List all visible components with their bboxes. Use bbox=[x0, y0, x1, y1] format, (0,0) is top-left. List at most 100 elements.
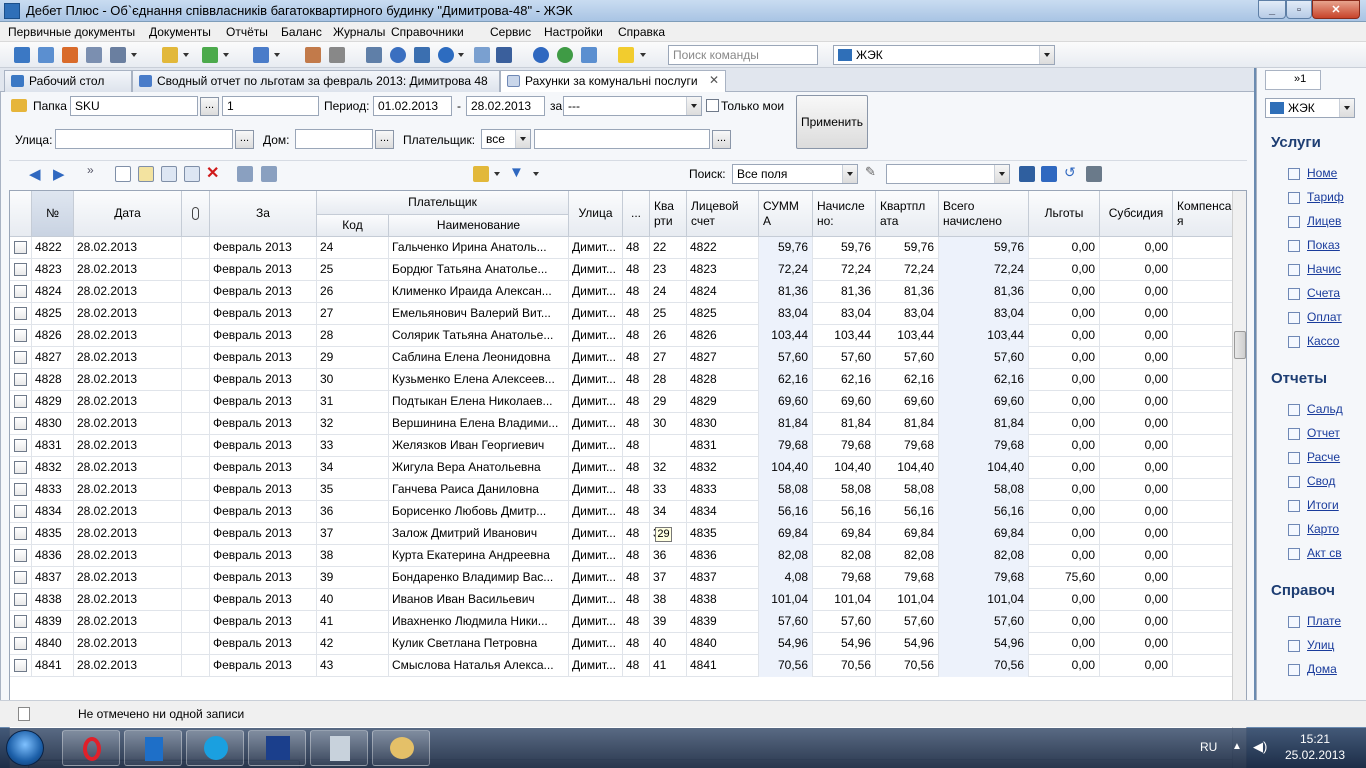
table-icon[interactable] bbox=[366, 47, 382, 63]
refresh-icon[interactable]: ↺ bbox=[1064, 164, 1076, 181]
panel-link[interactable]: Карто bbox=[1307, 522, 1339, 536]
row-checkbox[interactable] bbox=[14, 483, 27, 496]
period-to-field[interactable]: 28.02.2013 bbox=[466, 96, 545, 116]
help-icon[interactable] bbox=[533, 47, 549, 63]
row-checkbox[interactable] bbox=[14, 549, 27, 562]
row-checkbox[interactable] bbox=[14, 263, 27, 276]
header-sum[interactable]: СУММ А bbox=[759, 191, 813, 237]
panel-link[interactable]: Расче bbox=[1307, 450, 1340, 464]
panel-link[interactable]: Сальд bbox=[1307, 402, 1343, 416]
header-benefits[interactable]: Льготы bbox=[1029, 191, 1100, 237]
row-checkbox[interactable] bbox=[14, 439, 27, 452]
close-button[interactable]: ✕ bbox=[1312, 0, 1360, 19]
row-checkbox[interactable] bbox=[14, 351, 27, 364]
tab-utility-bills[interactable]: Рахунки за комунальні послуги ✕ bbox=[500, 70, 726, 93]
table-row[interactable]: 4825 28.02.2013 Февраль 2013 27 Емельянович … bbox=[10, 303, 1232, 325]
binoculars-icon[interactable] bbox=[1019, 166, 1035, 182]
header-total[interactable]: Всего начислено bbox=[939, 191, 1029, 237]
header-apartment[interactable]: Ква рти bbox=[650, 191, 687, 237]
chart-icon[interactable] bbox=[253, 47, 269, 63]
menu-primary-docs[interactable]: Первичные документы bbox=[8, 25, 135, 39]
panel-link[interactable]: Отчет bbox=[1307, 426, 1340, 440]
header-za[interactable]: За bbox=[210, 191, 317, 237]
panel-link[interactable]: Акт св bbox=[1307, 546, 1342, 560]
chevron-down-icon[interactable] bbox=[533, 172, 539, 176]
language-indicator[interactable]: RU bbox=[1200, 740, 1217, 754]
row-checkbox[interactable] bbox=[14, 373, 27, 386]
tab-desktop[interactable]: Рабочий стол bbox=[4, 70, 132, 92]
header-num[interactable]: № bbox=[32, 191, 74, 237]
document-list-icon[interactable] bbox=[38, 47, 54, 63]
table-row[interactable]: 4831 28.02.2013 Февраль 2013 33 Желязков Ива… bbox=[10, 435, 1232, 457]
vertical-scrollbar[interactable] bbox=[1232, 191, 1246, 768]
row-checkbox[interactable] bbox=[14, 329, 27, 342]
panel-link[interactable]: Тариф bbox=[1307, 190, 1344, 204]
table-row[interactable]: 4826 28.02.2013 Февраль 2013 28 Солярик Тать… bbox=[10, 325, 1232, 347]
folder-number-field[interactable]: 1 bbox=[222, 96, 319, 116]
tab-benefits-report[interactable]: Сводный отчет по льготам за февраль 2013… bbox=[132, 70, 500, 92]
paint-icon[interactable] bbox=[372, 730, 430, 766]
chevron-down-icon[interactable] bbox=[458, 53, 464, 57]
header-date[interactable]: Дата bbox=[74, 191, 182, 237]
chevron-down-icon[interactable] bbox=[223, 53, 229, 57]
table-row[interactable]: 4830 28.02.2013 Февраль 2013 32 Вершинина Ел… bbox=[10, 413, 1232, 435]
magic-wand-icon[interactable] bbox=[473, 166, 489, 182]
row-checkbox[interactable] bbox=[14, 615, 27, 628]
header-house[interactable]: ... bbox=[623, 191, 650, 237]
edit-record-icon[interactable] bbox=[138, 166, 154, 182]
archive-icon[interactable] bbox=[329, 47, 345, 63]
open-folder-icon[interactable] bbox=[162, 47, 178, 63]
street-field[interactable] bbox=[55, 129, 233, 149]
maximize-button[interactable]: ▫ bbox=[1286, 0, 1312, 19]
row-checkbox[interactable] bbox=[14, 307, 27, 320]
header-street[interactable]: Улица bbox=[569, 191, 623, 237]
star-icon[interactable] bbox=[390, 47, 406, 63]
table-row[interactable]: 4829 28.02.2013 Февраль 2013 31 Подтыкан Еле… bbox=[10, 391, 1232, 413]
eraser-icon[interactable]: ✎ bbox=[865, 164, 876, 180]
chevron-down-icon[interactable] bbox=[494, 172, 500, 176]
copy-record-icon[interactable] bbox=[161, 166, 177, 182]
panel-link[interactable]: Плате bbox=[1307, 614, 1341, 628]
start-button[interactable] bbox=[6, 730, 44, 766]
row-checkbox[interactable] bbox=[14, 461, 27, 474]
user-icon[interactable] bbox=[305, 47, 321, 63]
copy-icon[interactable] bbox=[110, 47, 126, 63]
za-select[interactable]: --- bbox=[563, 96, 702, 116]
row-checkbox[interactable] bbox=[14, 417, 27, 430]
payer-field[interactable] bbox=[534, 129, 710, 149]
grid-search-field-select[interactable]: Все поля bbox=[732, 164, 858, 184]
view-record-icon[interactable] bbox=[184, 166, 200, 182]
panel-link[interactable]: Лицев bbox=[1307, 214, 1341, 228]
row-checkbox[interactable] bbox=[14, 593, 27, 606]
panel-org-selector[interactable]: ЖЭК bbox=[1265, 98, 1355, 118]
more-icon[interactable]: » bbox=[87, 163, 94, 177]
clock-time[interactable]: 15:21 bbox=[1300, 732, 1330, 746]
arrow-right-icon[interactable]: ▶ bbox=[53, 165, 65, 183]
mail-icon[interactable] bbox=[474, 47, 490, 63]
panel-link[interactable]: Итоги bbox=[1307, 498, 1339, 512]
grid-settings-icon[interactable] bbox=[1041, 166, 1057, 182]
grid-search-input[interactable] bbox=[886, 164, 1010, 184]
table-row[interactable]: 4839 28.02.2013 Февраль 2013 41 Ивахненко Лю… bbox=[10, 611, 1232, 633]
table-row[interactable]: 4840 28.02.2013 Февраль 2013 42 Кулик Светла… bbox=[10, 633, 1232, 655]
panel-link[interactable]: Номе bbox=[1307, 166, 1337, 180]
row-checkbox[interactable] bbox=[14, 285, 27, 298]
header-rent[interactable]: Квартпл ата bbox=[876, 191, 939, 237]
panel-link[interactable]: Счета bbox=[1307, 286, 1340, 300]
table-row[interactable]: 4835 28.02.2013 Февраль 2013 37 Залож Дмитри… bbox=[10, 523, 1232, 545]
warning-icon[interactable] bbox=[618, 47, 634, 63]
arrow-left-icon[interactable]: ◀ bbox=[29, 165, 41, 183]
network-icon[interactable] bbox=[496, 47, 512, 63]
menu-service[interactable]: Сервис bbox=[490, 25, 531, 39]
header-account[interactable]: Лицевой счет bbox=[687, 191, 759, 237]
house-browse-button[interactable]: ... bbox=[375, 130, 394, 149]
menu-settings[interactable]: Настройки bbox=[544, 25, 603, 39]
row-checkbox[interactable] bbox=[14, 505, 27, 518]
only-mine-checkbox[interactable] bbox=[706, 99, 719, 112]
menu-documents[interactable]: Документы bbox=[149, 25, 211, 39]
envelope-icon[interactable] bbox=[581, 47, 597, 63]
org-selector[interactable]: ЖЭК bbox=[833, 45, 1055, 65]
delete-icon[interactable]: ✕ bbox=[206, 163, 219, 183]
opera-icon[interactable] bbox=[62, 730, 120, 766]
table-row[interactable]: 4838 28.02.2013 Февраль 2013 40 Иванов Иван … bbox=[10, 589, 1232, 611]
